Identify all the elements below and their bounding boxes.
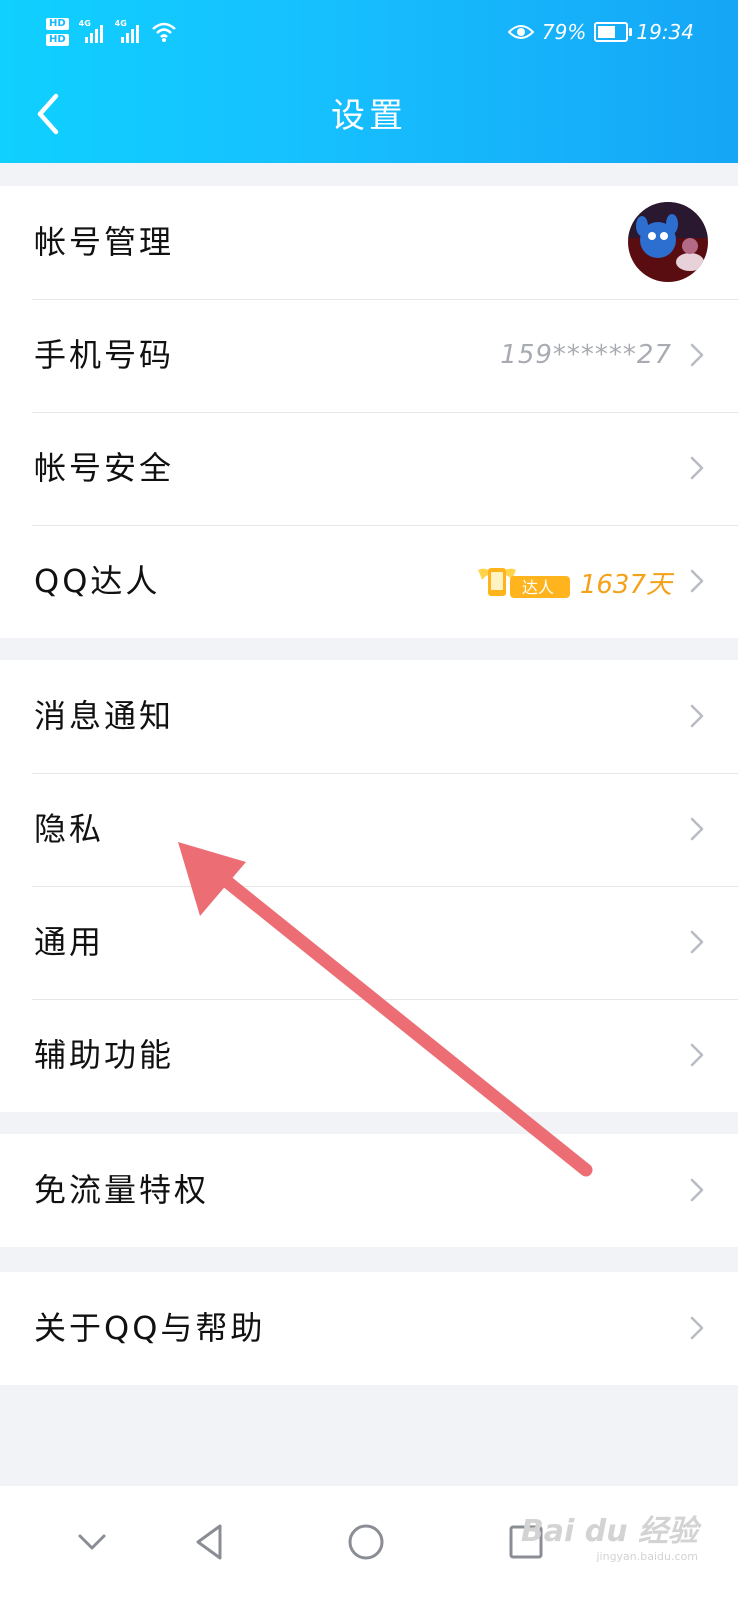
- settings-item-label: QQ达人: [34, 562, 161, 600]
- hd-indicators: HD HD: [46, 18, 69, 46]
- settings-item-label: 消息通知: [34, 697, 175, 735]
- eye-comfort-icon: [507, 25, 534, 39]
- settings-item-general[interactable]: 通用: [0, 886, 738, 999]
- preferences-group: 消息通知 隐私 通用 辅助功能: [0, 660, 738, 1112]
- network-type: 4G: [78, 19, 91, 28]
- hide-keyboard-icon[interactable]: [72, 1522, 112, 1562]
- title-bar: 设置: [0, 70, 738, 160]
- baidu-watermark: Bai du 经验 jingyan.baidu.com: [521, 1506, 698, 1563]
- daren-badge-icon: 达人: [476, 562, 572, 602]
- account-group: 帐号管理 手机号码 159******27 帐号安全 QQ达人 达人 1637天: [0, 186, 738, 638]
- data-plan-group: 免流量特权: [0, 1134, 738, 1247]
- settings-item-accessibility[interactable]: 辅助功能: [0, 999, 738, 1112]
- chevron-right-icon: [690, 1316, 704, 1340]
- watermark-brand: Bai du 经验: [520, 1514, 698, 1549]
- chevron-right-icon: [690, 817, 704, 841]
- chevron-right-icon: [690, 930, 704, 954]
- network-type: 4G: [114, 19, 127, 28]
- back-triangle-icon[interactable]: [190, 1522, 230, 1562]
- chevron-right-icon: [690, 343, 704, 367]
- settings-item-label: 帐号安全: [34, 449, 175, 487]
- about-group: 关于QQ与帮助: [0, 1272, 738, 1385]
- settings-item-account-manage[interactable]: 帐号管理: [0, 186, 738, 299]
- chevron-right-icon: [690, 1178, 704, 1202]
- chevron-right-icon: [690, 569, 704, 593]
- signal-icon: 4G: [78, 19, 105, 43]
- daren-status: 达人 1637天: [476, 561, 672, 603]
- avatar: [628, 202, 708, 282]
- status-right: 79% 19:34: [507, 18, 694, 46]
- settings-item-label: 帐号管理: [34, 223, 175, 261]
- settings-item-label: 手机号码: [34, 336, 175, 374]
- home-circle-icon[interactable]: [346, 1522, 386, 1562]
- settings-item-label: 隐私: [34, 810, 105, 848]
- settings-item-free-data[interactable]: 免流量特权: [0, 1134, 738, 1247]
- header: HD HD 4G 4G 79% 19:34 设置: [0, 0, 738, 163]
- settings-item-label: 辅助功能: [34, 1036, 175, 1074]
- settings-item-label: 关于QQ与帮助: [34, 1309, 266, 1347]
- chevron-right-icon: [690, 456, 704, 480]
- battery-percent: 79%: [541, 20, 587, 44]
- wifi-icon: [151, 22, 176, 42]
- settings-item-about[interactable]: 关于QQ与帮助: [0, 1272, 738, 1385]
- settings-item-qq-daren[interactable]: QQ达人 达人 1637天: [0, 525, 738, 638]
- settings-item-notifications[interactable]: 消息通知: [0, 660, 738, 773]
- system-nav-bar: Bai du 经验 jingyan.baidu.com: [0, 1486, 738, 1600]
- phone-number-value: 159******27: [500, 340, 672, 370]
- hd-icon: HD: [46, 18, 69, 30]
- settings-item-account-security[interactable]: 帐号安全: [0, 412, 738, 525]
- settings-item-label: 免流量特权: [34, 1171, 210, 1209]
- chevron-right-icon: [690, 1043, 704, 1067]
- hd-icon: HD: [46, 34, 69, 46]
- settings-item-privacy[interactable]: 隐私: [0, 773, 738, 886]
- chevron-right-icon: [690, 704, 704, 728]
- status-bar: HD HD 4G 4G 79% 19:34: [0, 0, 738, 62]
- status-left: HD HD 4G 4G: [46, 10, 177, 54]
- settings-item-phone[interactable]: 手机号码 159******27: [0, 299, 738, 412]
- daren-badge-text: 达人: [521, 578, 554, 597]
- battery-icon: [594, 22, 633, 42]
- settings-item-label: 通用: [34, 923, 105, 961]
- signal-icon: 4G: [114, 19, 141, 43]
- page-title: 设置: [331, 96, 407, 136]
- watermark-url: jingyan.baidu.com: [596, 1550, 698, 1563]
- clock: 19:34: [636, 20, 694, 44]
- daren-days: 1637天: [579, 569, 672, 600]
